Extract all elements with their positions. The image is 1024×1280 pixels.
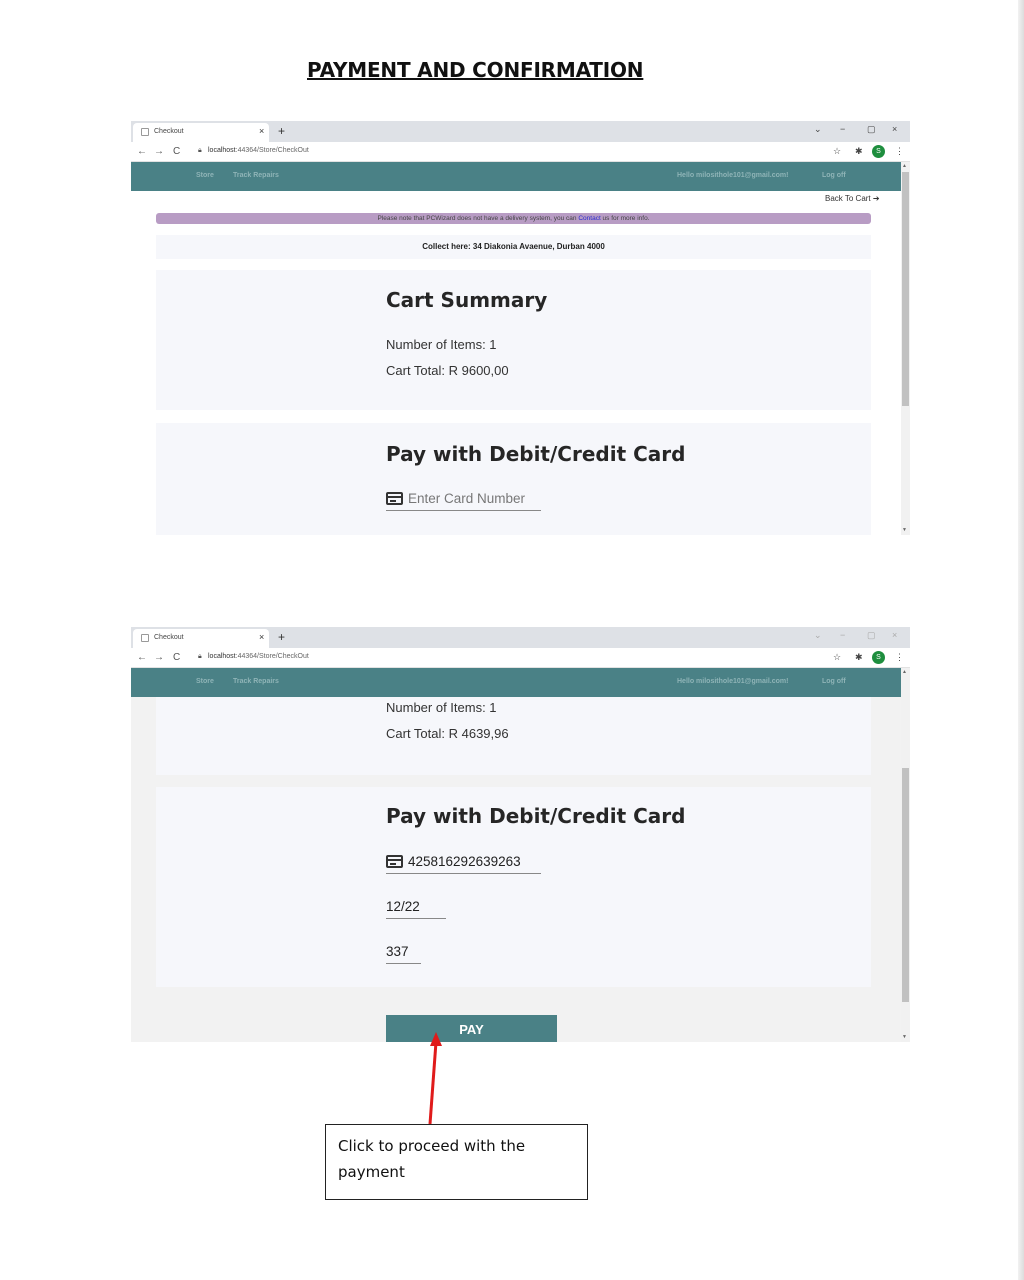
cart-total: Cart Total: R 9600,00 (386, 363, 509, 378)
tab-close-icon[interactable]: × (259, 126, 264, 136)
forward-icon[interactable]: → (154, 146, 164, 157)
address-bar: ← → C 🔒︎ localhost:44364/Store/CheckOut … (131, 648, 910, 668)
card-number-value: 425816292639263 (408, 854, 521, 869)
app-navbar: Store Track Repairs Hello milosithole101… (131, 668, 901, 697)
credit-card-icon (386, 855, 403, 868)
expiry-field[interactable]: 12/22 (386, 897, 446, 919)
url-host: localhost (208, 653, 236, 660)
browser-tab[interactable]: Checkout × (133, 123, 269, 142)
nav-log-off-link[interactable]: Log off (822, 172, 846, 179)
lock-icon: 🔒︎ (198, 653, 202, 660)
page-edge (1018, 0, 1024, 1280)
scroll-down-icon[interactable]: ▼ (902, 527, 907, 533)
annotation-arrow-icon (428, 1032, 442, 1125)
forward-icon[interactable]: → (154, 652, 164, 663)
scroll-up-icon[interactable]: ▲ (902, 163, 907, 169)
back-icon[interactable]: ← (137, 652, 147, 663)
tab-search-icon[interactable]: ⌄ (814, 630, 822, 641)
browser-tab-bar: Checkout × + ⌄ − ▢ × (131, 627, 910, 648)
page-scrollbar[interactable]: ▲ ▼ (901, 162, 910, 535)
tab-close-icon[interactable]: × (259, 632, 264, 642)
card-number-field[interactable]: Enter Card Number (386, 489, 541, 511)
lock-icon: 🔒︎ (198, 147, 202, 154)
address-bar: ← → C 🔒︎ localhost:44364/Store/CheckOut … (131, 142, 910, 162)
menu-kebab-icon[interactable]: ⋮ (895, 652, 904, 663)
screenshot-checkout-empty: Checkout × + ⌄ − ▢ × ← → C 🔒︎ localhost:… (131, 121, 910, 535)
nav-log-off-link[interactable]: Log off (822, 678, 846, 685)
checkout-content: Back To Cart ➔ Please note that PCWizard… (131, 191, 901, 535)
collect-address: Collect here: 34 Diakonia Avaenue, Durba… (156, 235, 871, 259)
payment-panel (156, 423, 871, 535)
contact-link[interactable]: Contact (578, 215, 600, 222)
instruction-callout: Click to proceed with the payment (325, 1124, 588, 1200)
reload-icon[interactable]: C (173, 652, 180, 663)
pay-card-heading: Pay with Debit/Credit Card (386, 804, 686, 828)
extensions-icon[interactable]: ✱ (855, 652, 863, 663)
close-window-icon[interactable]: × (892, 124, 897, 134)
notice-text: Please note that PCWizard does not have … (377, 215, 579, 222)
nav-greeting-link[interactable]: Hello milosithole101@gmail.com! (677, 678, 788, 685)
tab-search-icon[interactable]: ⌄ (814, 124, 822, 135)
minimize-icon[interactable]: − (840, 630, 845, 640)
document-title: PAYMENT AND CONFIRMATION (307, 58, 644, 82)
notice-text-end: us for more info. (600, 215, 650, 222)
extensions-icon[interactable]: ✱ (855, 146, 863, 157)
nav-track-repairs-link[interactable]: Track Repairs (233, 172, 279, 179)
browser-tab-bar: Checkout × + ⌄ − ▢ × (131, 121, 910, 142)
url-field[interactable]: localhost:44364/Store/CheckOut (208, 653, 309, 660)
url-path: :44364/Store/CheckOut (235, 653, 309, 660)
nav-store-link[interactable]: Store (196, 678, 214, 685)
checkout-content: Number of Items: 1 Cart Total: R 4639,96… (131, 697, 901, 1042)
number-of-items: Number of Items: 1 (386, 337, 497, 352)
bookmark-star-icon[interactable]: ☆ (833, 652, 841, 663)
cart-summary-heading: Cart Summary (386, 288, 548, 312)
profile-avatar[interactable]: S (872, 145, 885, 158)
restore-icon[interactable]: ▢ (867, 124, 876, 135)
minimize-icon[interactable]: − (840, 124, 845, 134)
url-field[interactable]: localhost:44364/Store/CheckOut (208, 147, 309, 154)
browser-tab[interactable]: Checkout × (133, 629, 269, 648)
new-tab-icon[interactable]: + (278, 630, 285, 644)
cvv-field[interactable]: 337 (386, 942, 421, 964)
scroll-down-icon[interactable]: ▼ (902, 1034, 907, 1040)
card-number-placeholder: Enter Card Number (408, 491, 526, 506)
url-path: :44364/Store/CheckOut (235, 147, 309, 154)
scrollbar-thumb[interactable] (902, 172, 909, 406)
cart-total: Cart Total: R 4639,96 (386, 726, 509, 741)
pay-card-heading: Pay with Debit/Credit Card (386, 442, 686, 466)
nav-greeting-link[interactable]: Hello milosithole101@gmail.com! (677, 172, 788, 179)
page-favicon-icon (141, 128, 149, 136)
cart-summary-panel (156, 697, 871, 775)
tab-title: Checkout (154, 634, 184, 641)
app-navbar: Store Track Repairs Hello milosithole101… (131, 162, 901, 191)
page-favicon-icon (141, 634, 149, 642)
bookmark-star-icon[interactable]: ☆ (833, 146, 841, 157)
restore-icon[interactable]: ▢ (867, 630, 876, 641)
nav-store-link[interactable]: Store (196, 172, 214, 179)
scrollbar-thumb[interactable] (902, 768, 909, 1002)
nav-track-repairs-link[interactable]: Track Repairs (233, 678, 279, 685)
profile-avatar[interactable]: S (872, 651, 885, 664)
delivery-notice-banner: Please note that PCWizard does not have … (156, 213, 871, 224)
credit-card-icon (386, 492, 403, 505)
page-scrollbar[interactable]: ▲ ▼ (901, 668, 910, 1042)
url-host: localhost (208, 147, 236, 154)
back-icon[interactable]: ← (137, 146, 147, 157)
scroll-up-icon[interactable]: ▲ (902, 669, 907, 675)
number-of-items: Number of Items: 1 (386, 700, 497, 715)
menu-kebab-icon[interactable]: ⋮ (895, 146, 904, 157)
tab-title: Checkout (154, 128, 184, 135)
reload-icon[interactable]: C (173, 146, 180, 157)
back-to-cart-link[interactable]: Back To Cart ➔ (825, 194, 880, 203)
card-number-field[interactable]: 425816292639263 (386, 852, 541, 874)
close-window-icon[interactable]: × (892, 630, 897, 640)
screenshot-checkout-filled: Checkout × + ⌄ − ▢ × ← → C 🔒︎ localhost:… (131, 627, 910, 1042)
new-tab-icon[interactable]: + (278, 124, 285, 138)
